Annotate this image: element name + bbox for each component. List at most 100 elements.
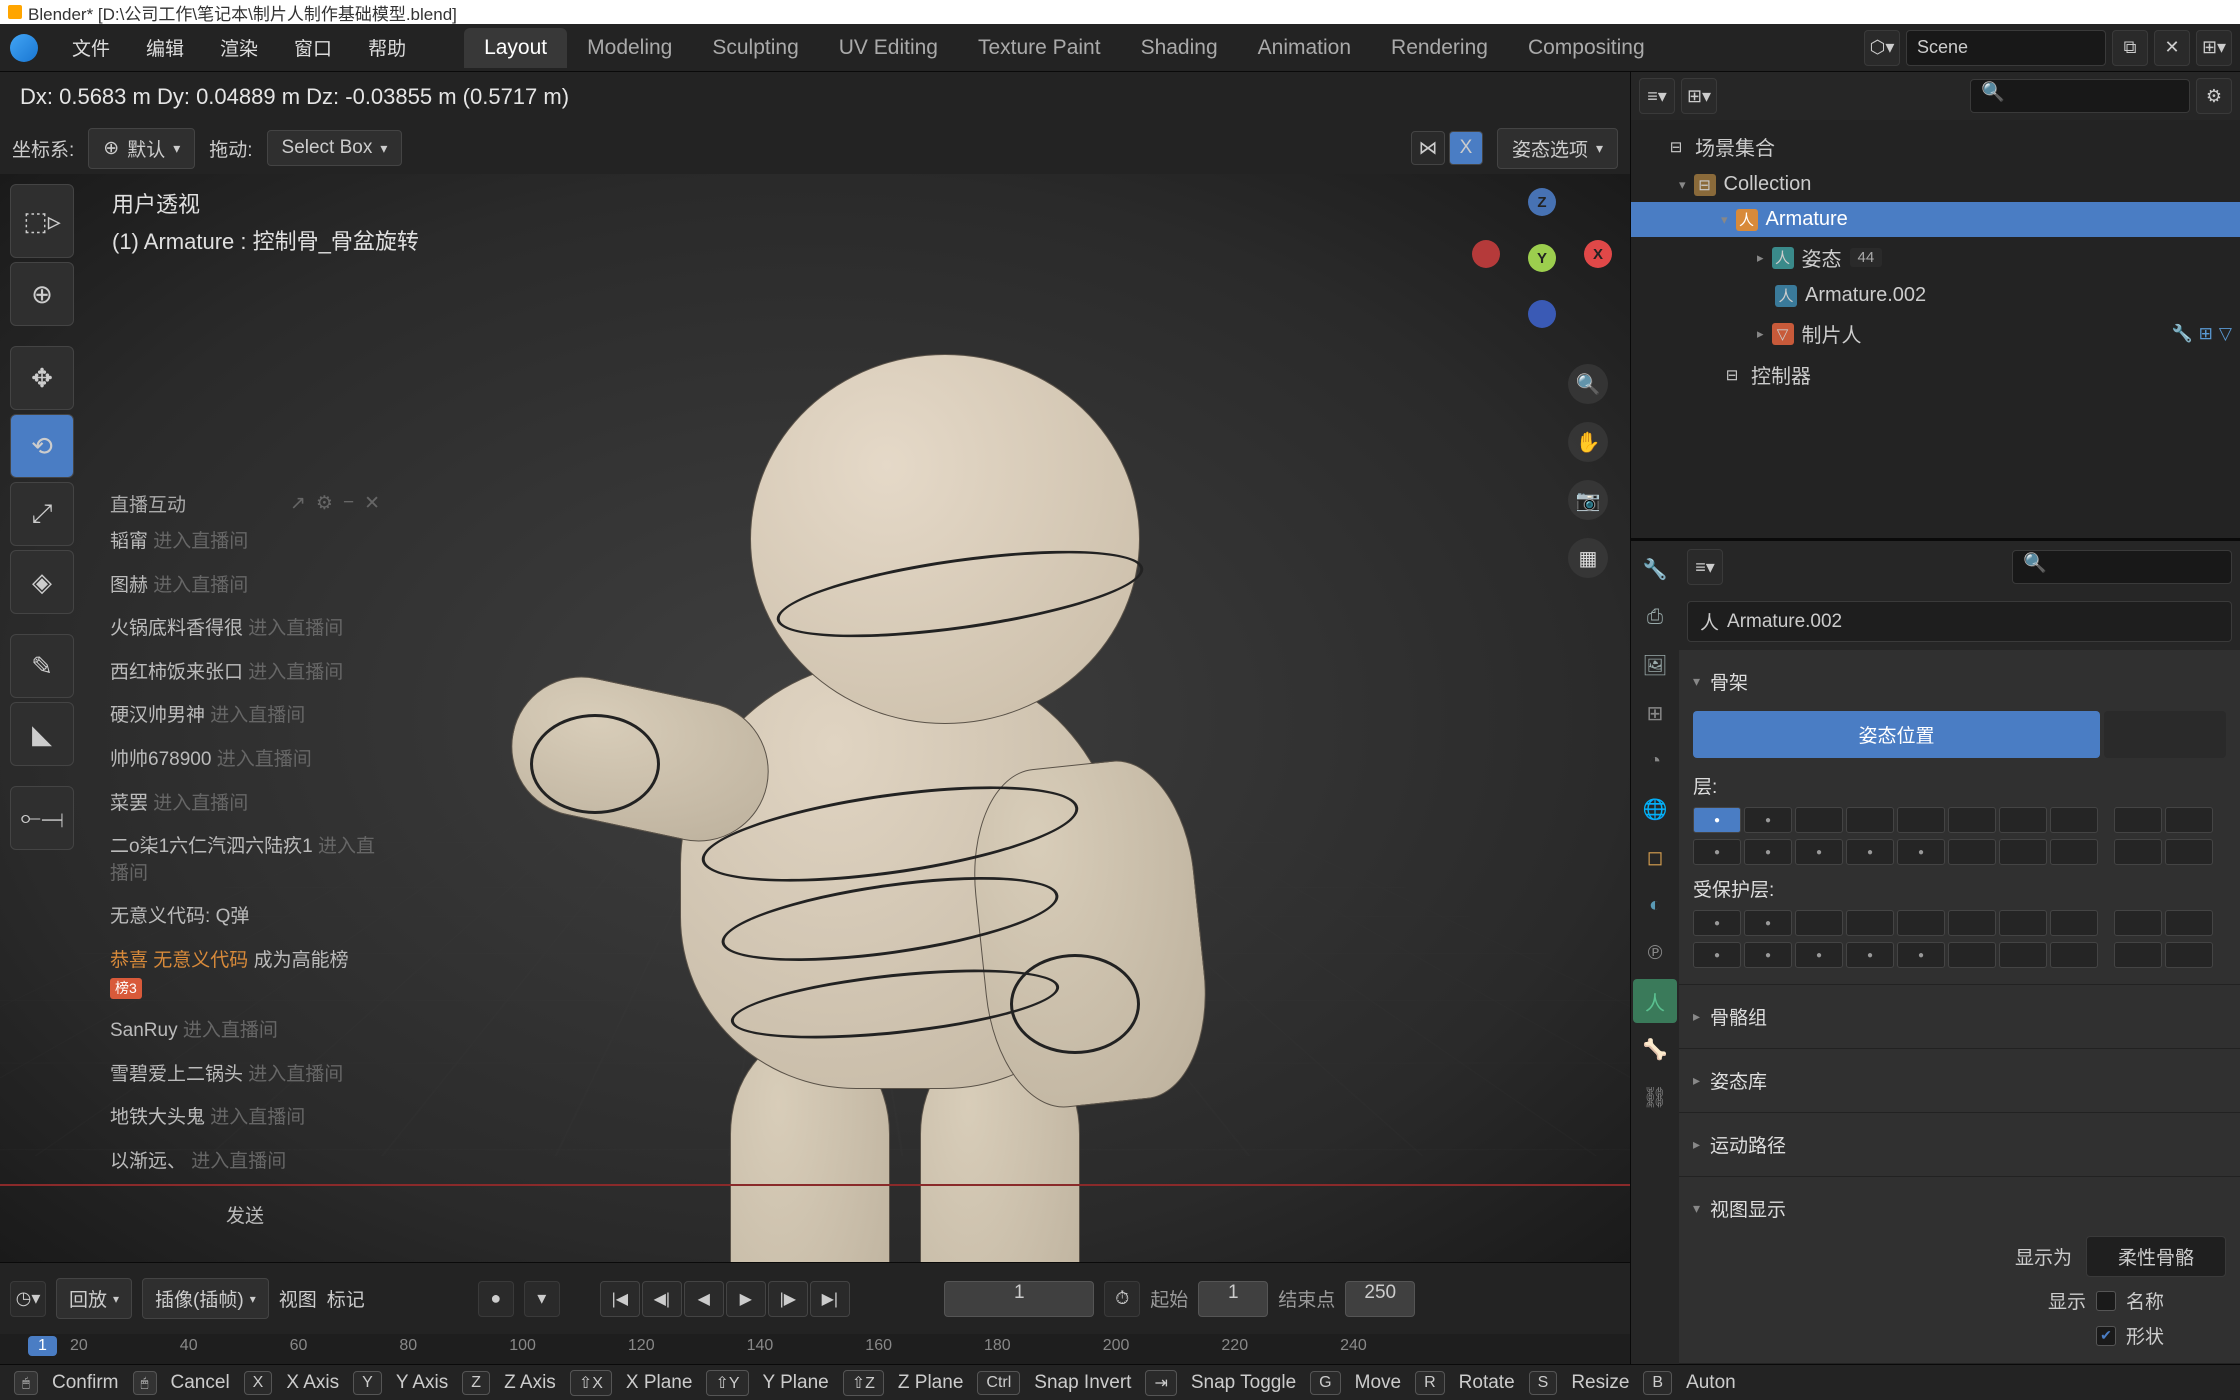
rest-position-button[interactable] (2104, 711, 2226, 758)
p-layer-18[interactable] (1744, 942, 1792, 968)
nav-gizmo[interactable]: Z Y X (1472, 188, 1612, 328)
annotate-tool[interactable]: ✎ (10, 634, 74, 698)
auto-keying-button[interactable]: ● (478, 1281, 514, 1317)
p-layer-8[interactable] (2050, 910, 2098, 936)
tab-compositing[interactable]: Compositing (1508, 28, 1665, 68)
tab-rendering[interactable]: Rendering (1371, 28, 1508, 68)
motion-paths-header[interactable]: 运动路径 (1693, 1123, 2226, 1166)
prop-tab-tool[interactable]: 🔧 (1633, 547, 1677, 591)
playhead[interactable]: 1 (28, 1336, 57, 1356)
layer-26[interactable] (2165, 839, 2213, 865)
layer-20[interactable] (1846, 839, 1894, 865)
props-search-input[interactable]: 🔍 (2012, 550, 2232, 584)
scene-dropdown-icon[interactable]: ⬡▾ (1864, 30, 1900, 66)
prop-tab-bone[interactable]: 🦴 (1633, 1027, 1677, 1071)
p-layer-26[interactable] (2165, 942, 2213, 968)
pan-icon[interactable]: ✋ (1568, 422, 1608, 462)
scene-name-input[interactable] (1906, 30, 2106, 66)
viewlayer-dropdown-icon[interactable]: ⊞▾ (2196, 30, 2232, 66)
tab-sculpting[interactable]: Sculpting (692, 28, 818, 68)
prop-tab-render[interactable]: ⎙ (1633, 595, 1677, 639)
menu-help[interactable]: 帮助 (350, 26, 424, 69)
p-layer-22[interactable] (1948, 942, 1996, 968)
keyframe-next-button[interactable]: |▶ (768, 1281, 808, 1317)
p-layer-4[interactable] (1846, 910, 1894, 936)
viewport-display-header[interactable]: 视图显示 (1693, 1187, 2226, 1230)
prop-tab-world[interactable]: 🌐 (1633, 787, 1677, 831)
prop-tab-viewlayer[interactable]: ⊞ (1633, 691, 1677, 735)
expand-icon[interactable]: ▸ (1757, 250, 1764, 266)
select-tool[interactable]: ⬚▹ (10, 184, 74, 258)
playback-menu[interactable]: 回放 (56, 1278, 132, 1319)
view-menu[interactable]: 视图 (279, 1285, 317, 1312)
p-layer-5[interactable] (1897, 910, 1945, 936)
p-layer-1[interactable] (1693, 910, 1741, 936)
layer-5[interactable] (1897, 807, 1945, 833)
layer-22[interactable] (1948, 839, 1996, 865)
gizmo-z-axis[interactable]: Z (1528, 188, 1556, 216)
layer-10[interactable] (2165, 807, 2213, 833)
tab-animation[interactable]: Animation (1238, 28, 1371, 68)
current-frame-input[interactable]: 1 (944, 1281, 1094, 1317)
chat-share-icon[interactable]: ↗ (290, 492, 306, 515)
zoom-icon[interactable]: 🔍 (1568, 364, 1608, 404)
gizmo-neg-z[interactable] (1528, 300, 1556, 328)
tab-layout[interactable]: Layout (464, 28, 567, 68)
bone-groups-header[interactable]: 骨骼组 (1693, 995, 2226, 1038)
orientation-dropdown[interactable]: ⊕ 默认 (88, 128, 195, 169)
breakdowner-tool[interactable]: ⟜⟞ (10, 786, 74, 850)
gizmo-x-axis[interactable]: X (1584, 240, 1612, 268)
scale-tool[interactable]: ⤢ (10, 482, 74, 546)
layer-7[interactable] (1999, 807, 2047, 833)
tree-mesh[interactable]: ▸ ▽ 制片人 🔧 ⊞ ▽ (1631, 313, 2240, 354)
preview-range-icon[interactable]: ⏱ (1104, 1281, 1140, 1317)
layer-4[interactable] (1846, 807, 1894, 833)
tree-controller[interactable]: ⊟ 控制器 (1631, 354, 2240, 395)
outliner-search-input[interactable]: 🔍 (1970, 79, 2190, 113)
show-names-checkbox[interactable] (2096, 1291, 2116, 1311)
chat-minimize-icon[interactable]: − (343, 492, 354, 515)
layer-24[interactable] (2050, 839, 2098, 865)
skeleton-section-header[interactable]: 骨架 (1693, 660, 2226, 703)
rotate-tool[interactable]: ⟲ (10, 414, 74, 478)
p-layer-6[interactable] (1948, 910, 1996, 936)
prop-tab-physics[interactable]: ℗ (1633, 931, 1677, 975)
chat-close-icon[interactable]: ✕ (364, 492, 380, 515)
chat-settings-icon[interactable]: ⚙ (316, 492, 333, 515)
p-layer-21[interactable] (1897, 942, 1945, 968)
tree-collection[interactable]: ▾ ⊟ Collection (1631, 167, 2240, 202)
prop-tab-modifier[interactable]: ◐ (1633, 883, 1677, 927)
p-layer-23[interactable] (1999, 942, 2047, 968)
scene-copy-button[interactable]: ⧉ (2112, 30, 2148, 66)
expand-icon[interactable]: ▾ (1679, 177, 1686, 193)
menu-edit[interactable]: 编辑 (128, 26, 202, 69)
menu-render[interactable]: 渲染 (202, 26, 276, 69)
viewport-canvas[interactable]: 用户透视 (1) Armature : 控制骨_骨盆旋转 ⬚▹ ⊕ ✥ ⟲ ⤢ … (0, 174, 1630, 1262)
tree-armature[interactable]: ▾ 人 Armature (1631, 202, 2240, 237)
layer-6[interactable] (1948, 807, 1996, 833)
layer-2[interactable] (1744, 807, 1792, 833)
marker-menu[interactable]: 标记 (327, 1285, 365, 1312)
layer-1[interactable] (1693, 807, 1741, 833)
props-editor-type[interactable]: ≡▾ (1687, 549, 1723, 585)
p-layer-3[interactable] (1795, 910, 1843, 936)
jump-end-button[interactable]: ▶| (810, 1281, 850, 1317)
layer-18[interactable] (1744, 839, 1792, 865)
menu-file[interactable]: 文件 (54, 26, 128, 69)
outliner-display-mode[interactable]: ≡▾ (1639, 78, 1675, 114)
pose-options-dropdown[interactable]: 姿态选项 (1497, 128, 1618, 169)
prop-tab-boneconstraint[interactable]: ⛓ (1633, 1075, 1677, 1119)
camera-icon[interactable]: 📷 (1568, 480, 1608, 520)
expand-icon[interactable]: ▾ (1721, 212, 1728, 228)
show-shapes-checkbox[interactable]: ✔ (2096, 1326, 2116, 1346)
start-frame-input[interactable]: 1 (1198, 1281, 1268, 1317)
expand-icon[interactable]: ▸ (1757, 326, 1764, 342)
play-reverse-button[interactable]: ◀ (684, 1281, 724, 1317)
outliner-filter-dropdown[interactable]: ⊞▾ (1681, 78, 1717, 114)
tab-shading[interactable]: Shading (1121, 28, 1238, 68)
transform-tool[interactable]: ◈ (10, 550, 74, 614)
prop-tab-object[interactable]: ◻ (1633, 835, 1677, 879)
measure-tool[interactable]: ◣ (10, 702, 74, 766)
gizmo-y-axis[interactable]: Y (1528, 244, 1556, 272)
outliner-filter-button[interactable]: ⚙ (2196, 78, 2232, 114)
